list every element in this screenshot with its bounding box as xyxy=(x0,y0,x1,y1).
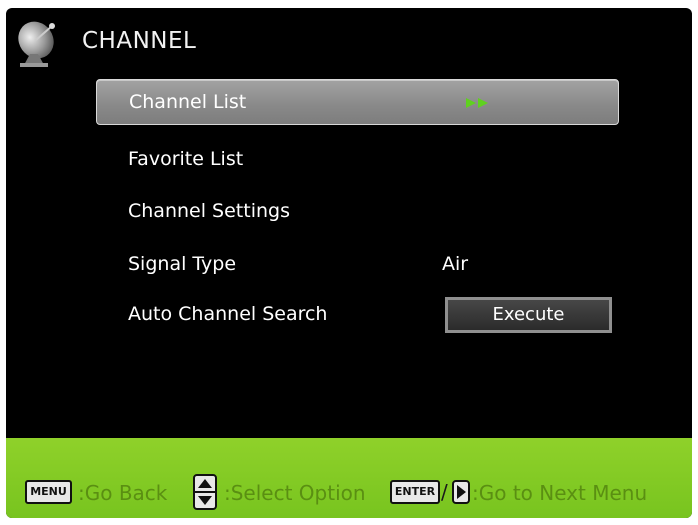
menu-item-signal-type[interactable]: Signal Type Air xyxy=(96,242,619,288)
satellite-dish-icon xyxy=(18,21,55,67)
go-back-hint: :Go Back xyxy=(78,481,168,505)
menu-header: CHANNEL xyxy=(6,8,692,76)
menu-item-label: Signal Type xyxy=(128,253,237,275)
key-hint-bar: MENU :Go Back :Select Option ENTER / :Go… xyxy=(6,438,692,518)
signal-type-value: Air xyxy=(442,253,469,275)
menu-key-icon: MENU xyxy=(25,480,72,504)
execute-button[interactable]: Execute xyxy=(445,297,612,333)
next-menu-hint: :Go to Next Menu xyxy=(472,481,648,505)
double-arrow-right-icon xyxy=(466,98,488,108)
tv-osd-screen: CHANNEL Channel List Favorite List Chann… xyxy=(6,8,692,518)
menu-item-label: Auto Channel Search xyxy=(128,303,328,325)
key-separator: / xyxy=(441,480,448,504)
menu-item-auto-channel-search[interactable]: Auto Channel Search Execute xyxy=(96,292,619,338)
page-title: CHANNEL xyxy=(82,28,197,54)
select-option-hint: :Select Option xyxy=(224,481,366,505)
menu-item-label: Channel Settings xyxy=(128,200,290,222)
right-arrow-key-icon xyxy=(452,480,470,504)
menu-item-channel-settings[interactable]: Channel Settings xyxy=(96,189,619,235)
up-down-arrow-icon xyxy=(193,474,217,510)
menu-item-label: Favorite List xyxy=(128,148,244,170)
menu-item-channel-list[interactable]: Channel List xyxy=(96,79,619,125)
menu-item-favorite-list[interactable]: Favorite List xyxy=(96,137,619,183)
menu-item-label: Channel List xyxy=(129,91,247,113)
enter-key-icon: ENTER xyxy=(390,480,440,504)
